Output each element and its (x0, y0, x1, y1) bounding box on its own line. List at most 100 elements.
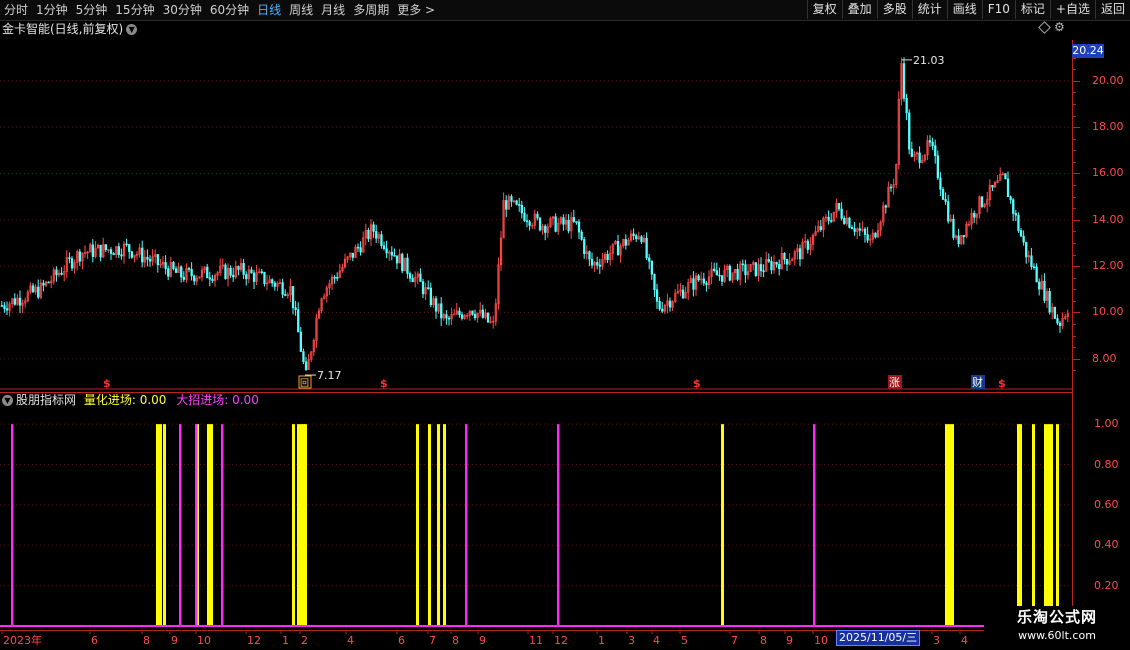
candle-body (754, 262, 758, 276)
candle-body (367, 229, 370, 240)
candle-body (720, 275, 724, 282)
date-label: 5 (681, 634, 688, 647)
price-tick-mark (1072, 127, 1080, 129)
candle-body (271, 279, 274, 284)
price-tick-label: 20.00 (1092, 73, 1124, 87)
price-tick-mark (1072, 300, 1076, 302)
candle-body (658, 301, 661, 310)
toolbar-button-1[interactable]: 叠加 (841, 0, 877, 19)
toolbar-buttons: 复权 叠加 多股 统计 画线 F10 标记 +自选 返回 (806, 0, 1130, 20)
side-scroll-strip[interactable] (1122, 40, 1130, 600)
period-tab-8[interactable]: 月线 (317, 0, 349, 20)
price-tick-mark (1072, 242, 1076, 244)
current-price-tag: 20.24 (1072, 44, 1104, 58)
candle-body (445, 314, 448, 319)
finance-marker: 财 (972, 375, 983, 389)
period-tabs: 分时 1分钟 5分钟 15分钟 30分钟 60分钟 日线 周线 月线 多周期 更多 > (0, 0, 439, 20)
price-tick-mark (1072, 173, 1080, 175)
candle-body (606, 253, 609, 261)
candle-body (783, 253, 786, 260)
candle-body (473, 314, 477, 319)
period-tab-9[interactable]: 多周期 (349, 0, 393, 20)
candle-body (1009, 196, 1012, 200)
candle-body (434, 298, 438, 312)
candle-body (408, 273, 412, 279)
candle-body (952, 218, 955, 238)
date-label: 10 (197, 634, 211, 647)
candle-body (419, 273, 422, 282)
candle-body (583, 239, 586, 254)
candle-body (596, 262, 599, 266)
toolbar-button-0[interactable]: 复权 (806, 0, 842, 19)
candle-body (645, 238, 648, 259)
candle-body (252, 272, 256, 282)
candle-body (385, 248, 388, 254)
date-label: 1 (598, 634, 605, 647)
toolbar-button-6[interactable]: 标记 (1014, 0, 1050, 19)
candle-body (713, 268, 716, 271)
candle-body (42, 282, 45, 286)
candle-body (156, 254, 160, 266)
candle-body (237, 266, 240, 270)
candle-body (544, 225, 547, 233)
candle-body (1022, 235, 1025, 243)
period-tab-6[interactable]: 日线 (253, 0, 285, 20)
quant-signal-bar (1019, 424, 1022, 626)
candle-body (148, 258, 152, 262)
candle-body (697, 275, 700, 281)
quant-signal-bar (437, 424, 440, 626)
candle-body (863, 228, 867, 235)
toolbar-button-4[interactable]: 画线 (946, 0, 982, 19)
candle-body (273, 282, 277, 287)
candle-body (406, 257, 409, 274)
candle-body (668, 300, 672, 308)
candle-body (598, 264, 602, 267)
candle-body (299, 331, 303, 352)
candle-body (778, 263, 781, 270)
candle-body (359, 247, 362, 253)
candle-body (1004, 173, 1007, 180)
candle-body (245, 274, 248, 280)
limit-up-marker: 涨 (889, 376, 900, 389)
candle-body (767, 259, 771, 262)
date-label: 3 (628, 634, 635, 647)
toolbar-button-2[interactable]: 多股 (876, 0, 912, 19)
period-tab-10[interactable]: 更多 > (393, 0, 439, 20)
candle-body (837, 203, 841, 210)
period-tab-3[interactable]: 15分钟 (111, 0, 158, 20)
candle-body (1053, 306, 1057, 319)
candle-body (1017, 214, 1020, 231)
indicator-chart[interactable] (0, 392, 1072, 628)
candle-body (616, 241, 620, 256)
toolbar-button-3[interactable]: 统计 (911, 0, 947, 19)
date-label: 9 (479, 634, 486, 647)
period-tab-4[interactable]: 30分钟 (159, 0, 206, 20)
period-tab-1[interactable]: 1分钟 (32, 0, 72, 20)
period-tab-5[interactable]: 60分钟 (206, 0, 253, 20)
candle-body (242, 263, 245, 275)
candle-body (167, 268, 170, 277)
quant-signal-bar (210, 424, 213, 626)
toolbar-button-5[interactable]: F10 (981, 0, 1015, 19)
price-tick-mark (1072, 358, 1080, 360)
chevron-down-icon[interactable]: ▼ (126, 24, 138, 35)
toolbar-button-8[interactable]: 返回 (1094, 0, 1130, 19)
dollar-event-marker: $ (998, 377, 1006, 390)
gear-icon[interactable]: ⚙ (1054, 20, 1065, 34)
period-tab-2[interactable]: 5分钟 (72, 0, 112, 20)
diamond-icon[interactable] (1038, 21, 1051, 34)
candle-body (471, 310, 474, 315)
big-signal-bar (465, 424, 468, 626)
period-tab-0[interactable]: 分时 (0, 0, 32, 20)
quant-signal-bar (416, 424, 419, 626)
candle-body (460, 314, 464, 319)
price-chart[interactable]: 21.03 7.17 $ $ $ $ 回 涨 财 (0, 38, 1072, 390)
candle-body (263, 271, 266, 284)
candle-body (78, 251, 82, 262)
period-toolbar: 分时 1分钟 5分钟 15分钟 30分钟 60分钟 日线 周线 月线 多周期 更多 > 复权 叠加 多股… (0, 0, 1130, 21)
candle-body (356, 246, 360, 249)
toolbar-button-7[interactable]: +自选 (1049, 0, 1095, 19)
price-tick-mark (1072, 161, 1076, 163)
period-tab-7[interactable]: 周线 (285, 0, 317, 20)
quant-signal-bar (428, 424, 431, 626)
